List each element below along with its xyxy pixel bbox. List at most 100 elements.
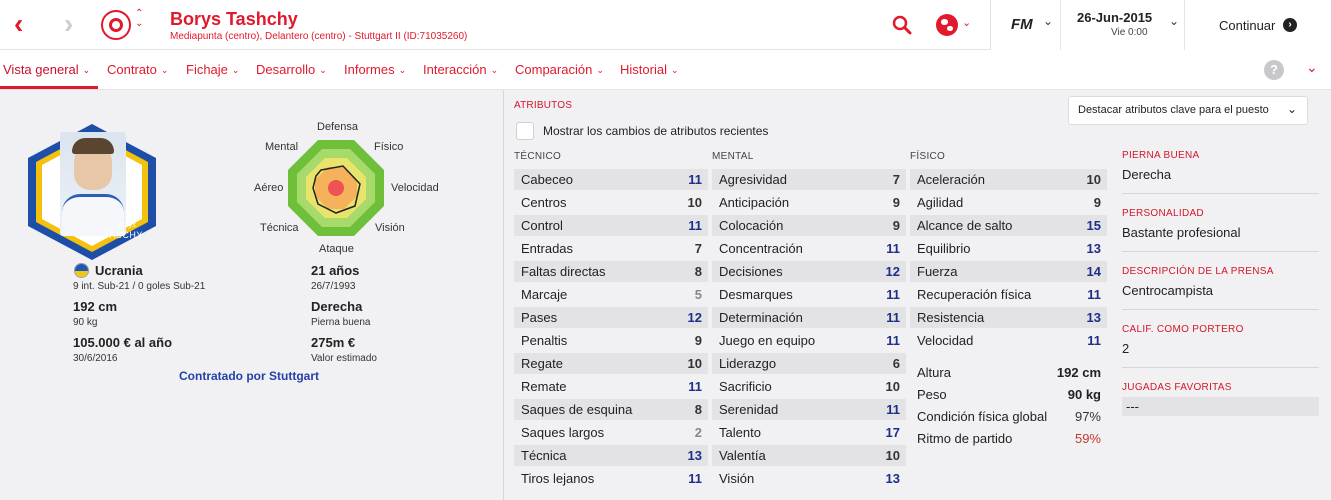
tab-comparacion[interactable]: Comparación ⌄ (515, 50, 604, 89)
attribute-name: Desmarques (719, 287, 793, 302)
attribute-row[interactable]: Equilibrio 13 (910, 238, 1107, 259)
age-value: 21 años (311, 263, 360, 278)
attribute-name: Anticipación (719, 195, 790, 210)
panel-divider (503, 90, 504, 500)
attribute-value: 15 (1086, 218, 1101, 233)
attribute-row[interactable]: Liderazgo 6 (712, 353, 906, 374)
tab-desarrollo[interactable]: Desarrollo ⌄ (256, 50, 327, 89)
player-subtitle[interactable]: Mediapunta (centro), Delantero (centro) … (170, 31, 467, 42)
attribute-name: Saques de esquina (521, 402, 633, 417)
nationality[interactable]: Ucrania (95, 263, 143, 278)
fm-menu[interactable]: FM ⌄ (990, 0, 1060, 50)
back-arrow-icon[interactable]: ‹ (14, 8, 23, 40)
tab-interaccion[interactable]: Interacción ⌄ (423, 50, 498, 89)
tab-vista-general[interactable]: Vista general ⌄ (0, 50, 98, 89)
attribute-row[interactable]: Agresividad 7 (712, 169, 906, 190)
attribute-row[interactable]: Talento 17 (712, 422, 906, 443)
show-changes-checkbox[interactable] (516, 122, 534, 140)
attribute-row[interactable]: Colocación 9 (712, 215, 906, 236)
tab-label: Comparación (515, 62, 593, 77)
attribute-value: 6 (892, 356, 900, 371)
show-changes-label[interactable]: Mostrar los cambios de atributos recient… (543, 124, 768, 138)
attribute-name: Agilidad (917, 195, 964, 210)
highlight-key-attributes-dropdown[interactable]: Destacar atributos clave para el puesto … (1068, 96, 1308, 125)
attribute-row[interactable]: Saques largos 2 (514, 422, 708, 443)
date-panel[interactable]: 26-Jun-2015 Vie 0:00 ⌄ (1060, 0, 1184, 50)
attribute-row[interactable]: Penaltis 9 (514, 330, 708, 351)
tab-contrato[interactable]: Contrato ⌄ (107, 50, 168, 89)
player-photo (60, 132, 126, 236)
attribute-value: 10 (687, 195, 702, 210)
attribute-row[interactable]: Juego en equipo 11 (712, 330, 906, 351)
attribute-name: Liderazgo (719, 356, 777, 371)
attribute-row[interactable]: Tiros lejanos 11 (514, 468, 708, 489)
attribute-row[interactable]: Remate 11 (514, 376, 708, 397)
attribute-row[interactable]: Técnica 13 (514, 445, 708, 466)
height-value: 192 cm (73, 299, 118, 314)
continue-button[interactable]: Continuar › (1184, 0, 1331, 50)
chevron-down-icon: ⌄ (670, 65, 679, 75)
radar-label-aereo: Aéreo (254, 182, 284, 194)
preferred-foot-label: Pierna buena (311, 317, 371, 328)
attribute-row[interactable]: Fuerza 14 (910, 261, 1107, 282)
search-icon[interactable] (892, 15, 912, 35)
attribute-row[interactable]: Decisiones 12 (712, 261, 906, 282)
attribute-name: Agresividad (719, 172, 787, 187)
attribute-row[interactable]: Pases 12 (514, 307, 708, 328)
radar-label-fisico: Físico (374, 141, 404, 153)
tab-label: Contrato (107, 62, 157, 77)
club-badge-icon[interactable] (101, 10, 131, 40)
contracted-by-link[interactable]: Contratado por Stuttgart (179, 369, 319, 383)
attribute-value: 10 (885, 379, 900, 394)
attribute-value: 8 (694, 264, 702, 279)
forward-arrow-icon[interactable]: › (64, 8, 73, 40)
attribute-value: 13 (885, 471, 900, 486)
tab-label: Desarrollo (256, 62, 316, 77)
attribute-row[interactable]: Cabeceo 11 (514, 169, 708, 190)
globe-chevron-icon[interactable]: ⌄ (962, 16, 971, 29)
attribute-row[interactable]: Alcance de salto 15 (910, 215, 1107, 236)
attribute-row[interactable]: Recuperación física 11 (910, 284, 1107, 305)
attribute-row[interactable]: Entradas 7 (514, 238, 708, 259)
attribute-row[interactable]: Serenidad 11 (712, 399, 906, 420)
attribute-row[interactable]: Sacrificio 10 (712, 376, 906, 397)
attribute-row[interactable]: Visión 13 (712, 468, 906, 489)
attribute-name: Tiros lejanos (521, 471, 595, 486)
attribute-row[interactable]: Control 11 (514, 215, 708, 236)
attribute-name: Decisiones (719, 264, 783, 279)
attribute-value: 10 (687, 356, 702, 371)
attribute-row[interactable]: Anticipación 9 (712, 192, 906, 213)
attribute-row[interactable]: Determinación 11 (712, 307, 906, 328)
attribute-name: Colocación (719, 218, 784, 233)
club-switch-chevron-icon[interactable]: ⌃ ⌄ (135, 9, 143, 29)
menu-overflow-chevron-icon[interactable]: ⌄ (1306, 59, 1318, 76)
attribute-row[interactable]: Valentía 10 (712, 445, 906, 466)
help-icon[interactable]: ? (1264, 60, 1284, 80)
attribute-row[interactable]: Regate 10 (514, 353, 708, 374)
tab-label: Vista general (3, 62, 79, 77)
attribute-name: Equilibrio (917, 241, 971, 256)
attribute-row[interactable]: Centros 10 (514, 192, 708, 213)
physical-extra-name: Condición física global (917, 409, 1048, 424)
radar-label-ataque: Ataque (319, 243, 354, 255)
attribute-value: 7 (892, 172, 900, 187)
radar-label-tecnica: Técnica (260, 222, 299, 234)
attribute-row[interactable]: Velocidad 11 (910, 330, 1107, 351)
date-chevron-icon: ⌄ (1169, 14, 1180, 28)
tab-historial[interactable]: Historial ⌄ (620, 50, 679, 89)
international-caps: 9 int. Sub-21 / 0 goles Sub-21 (73, 281, 206, 292)
attribute-row[interactable]: Saques de esquina 8 (514, 399, 708, 420)
attribute-value: 11 (688, 172, 702, 187)
globe-icon[interactable] (936, 14, 958, 36)
attribute-row[interactable]: Aceleración 10 (910, 169, 1107, 190)
attribute-row[interactable]: Agilidad 9 (910, 192, 1107, 213)
tab-fichaje[interactable]: Fichaje ⌄ (186, 50, 239, 89)
tab-informes[interactable]: Informes ⌄ (344, 50, 406, 89)
attribute-name: Marcaje (521, 287, 568, 302)
attribute-row[interactable]: Resistencia 13 (910, 307, 1107, 328)
current-day-time: Vie 0:00 (1111, 27, 1148, 38)
attribute-row[interactable]: Faltas directas 8 (514, 261, 708, 282)
attribute-row[interactable]: Concentración 11 (712, 238, 906, 259)
attribute-row[interactable]: Marcaje 5 (514, 284, 708, 305)
attribute-row[interactable]: Desmarques 11 (712, 284, 906, 305)
